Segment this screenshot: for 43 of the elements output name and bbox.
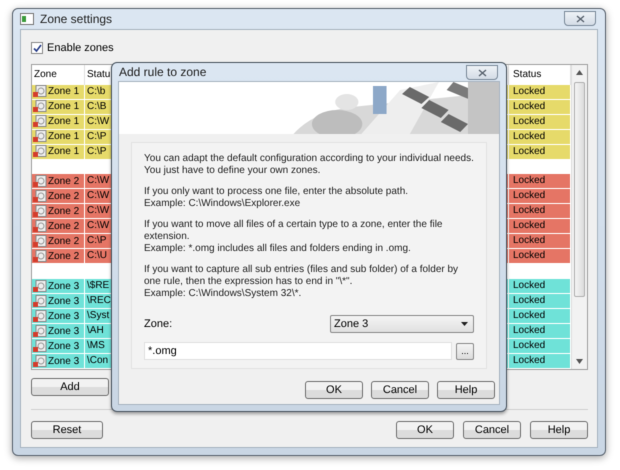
add-button[interactable]: Add xyxy=(31,378,109,396)
zone-name: Zone 3 xyxy=(48,356,80,366)
zone-name: Zone 1 xyxy=(48,116,80,128)
checkbox-label: Enable zones xyxy=(47,42,114,54)
zone-name: Zone 1 xyxy=(48,101,80,112)
scrollbar[interactable] xyxy=(571,65,587,369)
dialog-button[interactable]: Cancel xyxy=(371,381,429,399)
pattern-field[interactable]: *.omg xyxy=(144,342,452,360)
close-icon xyxy=(478,68,486,76)
zone-label: Zone: xyxy=(144,318,172,330)
dialog-title: Add rule to zone xyxy=(119,65,206,79)
zone-name: Zone 3 xyxy=(48,326,80,336)
zone-name: Zone 2 xyxy=(48,190,80,202)
zone-name: Zone 2 xyxy=(48,250,80,262)
zone-name: Zone 1 xyxy=(48,146,80,158)
zone-name: Zone 3 xyxy=(48,340,80,352)
zone-name: Zone 1 xyxy=(48,131,80,142)
scroll-thumb[interactable] xyxy=(574,82,585,297)
scroll-up-icon[interactable] xyxy=(576,70,583,75)
zone-name: Zone 2 xyxy=(48,236,80,247)
zone-name: Zone 3 xyxy=(48,280,80,292)
zone-name: Zone 2 xyxy=(48,206,80,217)
close-button[interactable] xyxy=(564,11,596,26)
dialog-button[interactable]: OK xyxy=(305,381,363,399)
dialog-button[interactable]: Help xyxy=(437,381,495,399)
zone-name: Zone 1 xyxy=(48,86,80,98)
dialog-button[interactable]: OK xyxy=(396,421,454,439)
window-icon xyxy=(20,13,34,25)
reset-button[interactable]: Reset xyxy=(31,421,103,439)
zone-name: Zone 2 xyxy=(48,176,80,187)
window-title: Zone settings xyxy=(40,12,112,26)
dialog-button[interactable]: Cancel xyxy=(463,421,521,439)
scroll-down-icon[interactable] xyxy=(576,359,583,364)
caret-icon xyxy=(461,322,468,326)
browse-button[interactable]: ... xyxy=(456,342,474,360)
close-icon xyxy=(576,14,584,22)
dialog-button[interactable]: Help xyxy=(530,421,588,439)
zone-name: Zone 3 xyxy=(48,296,80,306)
zone-dropdown[interactable]: Zone 3 xyxy=(330,315,474,333)
close-button[interactable] xyxy=(466,65,498,80)
checkbox[interactable] xyxy=(31,42,43,54)
zone-name: Zone 3 xyxy=(48,310,80,322)
zone-name: Zone 2 xyxy=(48,220,80,232)
